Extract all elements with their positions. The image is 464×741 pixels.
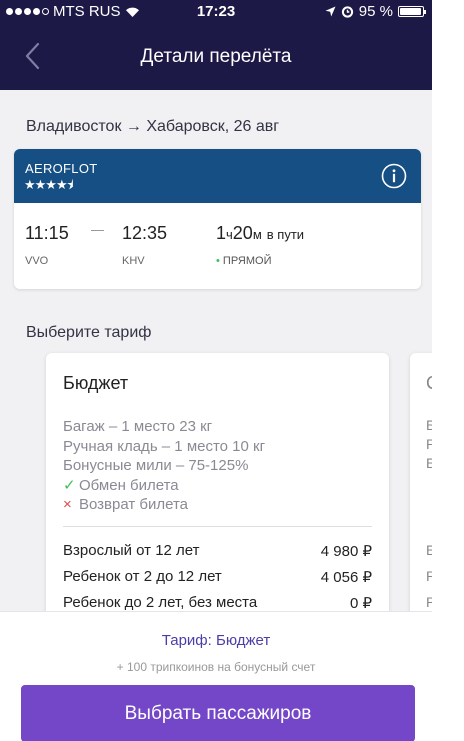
duration-minutes: 20 bbox=[232, 223, 253, 243]
price-value: 4 056 ₽ bbox=[320, 569, 372, 586]
divider bbox=[63, 526, 372, 527]
price-value: 0 ₽ bbox=[349, 595, 372, 612]
feature-exchange: ✓ Обмен билета bbox=[63, 476, 265, 496]
location-arrow-icon bbox=[325, 6, 336, 17]
direct-dot-icon: • bbox=[216, 255, 220, 267]
airline-name: AEROFLOT bbox=[25, 161, 98, 176]
duration-suffix: в пути bbox=[266, 227, 305, 242]
price-row-child: Ребенок от 2 до 12 лет 4 056 ₽ bbox=[63, 568, 372, 586]
battery-percent: 95 % bbox=[358, 3, 393, 20]
arrival-time: 12:35 bbox=[122, 223, 168, 243]
price-label: Взрослый от 12 лет bbox=[63, 542, 200, 559]
time-separator bbox=[91, 230, 104, 231]
tariff-name: Бюджет bbox=[63, 373, 129, 393]
right-gutter bbox=[432, 0, 464, 741]
info-icon bbox=[381, 163, 407, 189]
feature-exchange-label: Обмен билета bbox=[79, 476, 179, 494]
stops-label: ПРЯМОЙ bbox=[222, 255, 272, 267]
check-icon: ✓ bbox=[63, 476, 76, 494]
alarm-icon bbox=[341, 6, 353, 18]
price-value: 4 980 ₽ bbox=[320, 543, 372, 560]
tariff-section-label: Выберите тариф bbox=[26, 324, 152, 341]
arrival-airport-code: KHV bbox=[122, 255, 145, 267]
tariff-features: Багаж – 1 место 23 кг Ручная кладь – 1 м… bbox=[63, 417, 265, 515]
feature-refund-label: Возврат билета bbox=[79, 496, 189, 513]
price-label: Ребенок до 2 лет, без места bbox=[63, 594, 258, 611]
price-row-infant: Ребенок до 2 лет, без места 0 ₽ bbox=[63, 594, 372, 612]
feature-refund: × Возврат билета bbox=[63, 495, 265, 515]
tariff-card-next[interactable]: С Б Р Б Б Р Р bbox=[410, 353, 432, 633]
duration-hours: 1 bbox=[216, 223, 227, 243]
airline-band: AEROFLOT ★★★★⯨ bbox=[14, 149, 421, 203]
duration-minutes-unit: м bbox=[252, 227, 262, 242]
flight-duration: 1ч20м в пути bbox=[216, 223, 304, 244]
flight-card[interactable]: AEROFLOT ★★★★⯨ 11:15 12:35 VVO KHV 1ч20м… bbox=[14, 149, 421, 289]
status-bar: MTS RUS 17:23 95 % bbox=[0, 0, 432, 22]
departure-time: 11:15 bbox=[25, 223, 69, 243]
tariff-card-budget[interactable]: Бюджет Багаж – 1 место 23 кг Ручная клад… bbox=[46, 353, 389, 633]
price-row-adult: Взрослый от 12 лет 4 980 ₽ bbox=[63, 542, 372, 560]
bonus-text: + 100 трипкоинов на бонусный счет bbox=[116, 660, 316, 674]
departure-airport-code: VVO bbox=[25, 255, 49, 267]
battery-icon bbox=[398, 6, 426, 17]
cross-icon: × bbox=[63, 496, 72, 513]
price-label: Ребенок от 2 до 12 лет bbox=[63, 568, 222, 585]
feature-hand-luggage: Ручная кладь – 1 место 10 кг bbox=[63, 437, 266, 455]
app-screen: MTS RUS 17:23 95 % Детали перелёта Влади… bbox=[0, 0, 432, 741]
selected-tariff: Тариф: Бюджет bbox=[161, 632, 271, 649]
duration-hours-unit: ч bbox=[226, 227, 233, 242]
stops-info: • ПРЯМОЙ bbox=[216, 255, 272, 267]
nav-bar: Детали перелёта bbox=[0, 22, 432, 90]
info-button[interactable] bbox=[381, 163, 407, 189]
page-title: Детали перелёта bbox=[140, 46, 292, 67]
feature-bonus-miles: Бонусные мили – 75-125% bbox=[63, 457, 249, 474]
feature-baggage: Багаж – 1 место 23 кг bbox=[63, 418, 213, 435]
airline-rating-stars: ★★★★⯨ bbox=[24, 177, 74, 192]
status-right: 95 % bbox=[325, 3, 426, 20]
route-title: Владивосток → Хабаровск, 26 авг bbox=[26, 118, 280, 135]
bottom-panel: Тариф: Бюджет + 100 трипкоинов на бонусн… bbox=[0, 611, 432, 741]
choose-passengers-button[interactable]: Выбрать пассажиров bbox=[21, 685, 415, 741]
